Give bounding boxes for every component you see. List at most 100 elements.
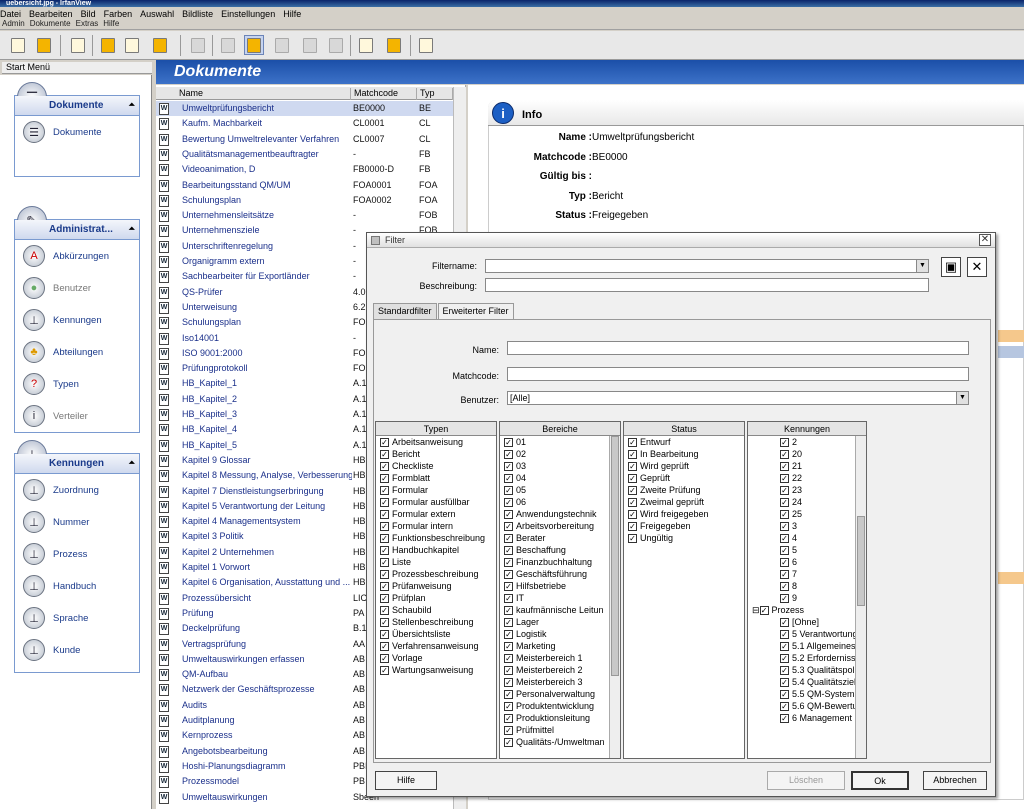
checkbox-item[interactable]: ✓ 24 — [748, 496, 866, 508]
checkbox-item[interactable]: ✓ Entwurf — [624, 436, 744, 448]
table-row[interactable]: W Bewertung Umweltrelevanter Verfahren CL0… — [156, 132, 456, 147]
checkbox[interactable]: ✓ — [780, 713, 789, 723]
checkbox[interactable]: ✓ — [380, 593, 389, 603]
menu-item[interactable]: Auswahl — [140, 9, 174, 19]
export-dropdown-icon[interactable] — [384, 35, 404, 55]
menu-item-dokumente[interactable]: ☰ Dokumente — [15, 116, 139, 148]
checkbox[interactable]: ✓ — [628, 497, 637, 507]
checkbox[interactable]: ✓ — [628, 533, 637, 543]
checkbox-item[interactable]: ✓ In Bearbeitung — [624, 448, 744, 460]
checkbox[interactable]: ✓ — [780, 569, 789, 579]
checkbox-item[interactable]: ✓ 20 — [748, 448, 866, 460]
checkbox-item[interactable]: ✓ 7 — [748, 568, 866, 580]
checkbox-item[interactable]: ✓ Prüfplan — [376, 592, 496, 604]
delete-button[interactable]: Löschen — [767, 771, 845, 790]
checkbox-item[interactable]: ✓ 21 — [748, 460, 866, 472]
copy-icon[interactable] — [218, 35, 238, 55]
checkbox-item[interactable]: ✓ Meisterbereich 1 — [500, 652, 620, 664]
menu-item[interactable]: Hilfe — [103, 19, 119, 28]
checkbox-item[interactable]: ✓ Produktentwicklung — [500, 700, 620, 712]
checkbox-item[interactable]: ✓ 6 — [748, 556, 866, 568]
checkout-icon[interactable] — [326, 35, 346, 55]
kennungen-list[interactable]: Kennungen ✓ 2 ✓ 20 ✓ 21 ✓ 22 ✓ 23 ✓ 24 ✓ 25 ✓ 3 ✓ 4 ✓ 5 ✓ 6 ✓ 7… — [747, 421, 867, 759]
checkbox-item[interactable]: ✓ 03 — [500, 460, 620, 472]
name-input[interactable] — [507, 341, 969, 355]
checkbox-item[interactable]: ✓ Wartungsanweisung — [376, 664, 496, 676]
checkbox[interactable]: ✓ — [504, 689, 513, 699]
checkbox-item[interactable]: ✓ Finanzbuchhaltung — [500, 556, 620, 568]
delete-filter-button[interactable]: ✕ — [967, 257, 987, 277]
checkbox-item[interactable]: ✓ Prozessbeschreibung — [376, 568, 496, 580]
menu-item-benutzer[interactable]: ● Benutzer — [15, 272, 139, 304]
checkbox-item[interactable]: ✓ Logistik — [500, 628, 620, 640]
checkbox-item[interactable]: ✓ Vorlage — [376, 652, 496, 664]
checkbox-item[interactable]: ✓ Meisterbereich 3 — [500, 676, 620, 688]
checkbox[interactable]: ✓ — [780, 461, 789, 471]
checkbox[interactable]: ✓ — [504, 653, 513, 663]
checkbox[interactable]: ✓ — [380, 581, 389, 591]
checkbox[interactable]: ✓ — [504, 713, 513, 723]
table-row[interactable]: W Bearbeitungsstand QM/UM FOA0001 FOA — [156, 178, 456, 193]
checkbox[interactable]: ✓ — [380, 653, 389, 663]
menu-item[interactable]: Einstellungen — [221, 9, 275, 19]
table-row[interactable]: W Umweltprüfungsbericht BE0000 BE — [156, 101, 456, 116]
checkbox[interactable]: ✓ — [780, 545, 789, 555]
checkbox[interactable]: ✓ — [504, 473, 513, 483]
checkbox[interactable]: ✓ — [380, 605, 389, 615]
table-row[interactable]: W Schulungsplan FOA0002 FOA — [156, 193, 456, 208]
checkbox-item[interactable]: ✓ Wird freigegeben — [624, 508, 744, 520]
checkbox-item[interactable]: ✓ kaufmännische Leitun — [500, 604, 620, 616]
print-icon[interactable] — [34, 35, 54, 55]
checkbox[interactable]: ✓ — [504, 437, 513, 447]
checkbox[interactable]: ✓ — [628, 461, 637, 471]
checkbox-item[interactable]: ✓ 5 Verantwortung — [748, 628, 866, 640]
checkbox-item[interactable]: ✓ Marketing — [500, 640, 620, 652]
checkbox-item[interactable]: ✓ Wird geprüft — [624, 460, 744, 472]
checkbox-item[interactable]: ✓ 02 — [500, 448, 620, 460]
checkbox-item[interactable]: ✓ Geschäftsführung — [500, 568, 620, 580]
menu-item-sprache[interactable]: ⊥ Sprache — [15, 602, 139, 634]
checkbox[interactable]: ✓ — [504, 509, 513, 519]
checkbox[interactable]: ✓ — [504, 593, 513, 603]
checkbox[interactable]: ✓ — [504, 665, 513, 675]
checkbox-item[interactable]: ✓ Schaubild — [376, 604, 496, 616]
benutzer-select[interactable]: [Alle] ▼ — [507, 391, 969, 405]
checkbox-item[interactable]: ✓ Arbeitsvorbereitung — [500, 520, 620, 532]
checkbox[interactable]: ✓ — [628, 437, 637, 447]
checkbox-item[interactable]: ✓ Funktionsbeschreibung — [376, 532, 496, 544]
menu-item[interactable]: Datei — [0, 9, 21, 19]
checkbox-item[interactable]: ✓ Beschaffung — [500, 544, 620, 556]
checkbox[interactable]: ✓ — [380, 509, 389, 519]
checkbox-item[interactable]: ✓ 3 — [748, 520, 866, 532]
save-filter-button[interactable]: ▣ — [941, 257, 961, 277]
checkbox-item[interactable]: ✓ 9 — [748, 592, 866, 604]
checkbox-item[interactable]: ✓ 5.6 QM-Bewertu — [748, 700, 866, 712]
kennungen-scrollbar[interactable] — [855, 436, 866, 758]
checkbox-item[interactable]: ✓ 01 — [500, 436, 620, 448]
filtername-input[interactable]: ▼ — [485, 259, 929, 273]
checkbox[interactable]: ✓ — [780, 449, 789, 459]
checkbox-item[interactable]: ✓ Anwendungstechnik — [500, 508, 620, 520]
checkbox[interactable]: ✓ — [504, 605, 513, 615]
checkbox-item[interactable]: ✓ Verfahrensanweisung — [376, 640, 496, 652]
checkbox[interactable]: ✓ — [780, 557, 789, 567]
tree-group[interactable]: ⊟ ✓ Prozess — [748, 604, 866, 616]
column-matchcode[interactable]: Matchcode — [351, 88, 417, 100]
menu-item-zuordnung[interactable]: ⊥ Zuordnung — [15, 474, 139, 506]
checkbox[interactable]: ✓ — [780, 653, 789, 663]
checkbox-item[interactable]: ✓ 5 — [748, 544, 866, 556]
checkbox-item[interactable]: ✓ Qualitäts-/Umweltman — [500, 736, 620, 748]
checkbox-item[interactable]: ✓ Geprüft — [624, 472, 744, 484]
new-document-icon[interactable] — [68, 35, 88, 55]
checkbox-item[interactable]: ✓ Freigegeben — [624, 520, 744, 532]
checkbox-item[interactable]: ✓ 2 — [748, 436, 866, 448]
checkbox-item[interactable]: ✓ Zweimal geprüft — [624, 496, 744, 508]
menu-item[interactable]: Dokumente — [30, 19, 71, 28]
link-icon[interactable] — [272, 35, 292, 55]
checkbox-item[interactable]: ✓ Hilfsbetriebe — [500, 580, 620, 592]
checkbox[interactable]: ✓ — [780, 629, 789, 639]
bereiche-list[interactable]: Bereiche ✓ 01 ✓ 02 ✓ 03 ✓ 04 ✓ 05 ✓ 06 ✓ Anwendungste… — [499, 421, 621, 759]
checkbox-item[interactable]: ✓ 04 — [500, 472, 620, 484]
typen-list[interactable]: Typen ✓ Arbeitsanweisung ✓ Bericht ✓ Checklis… — [375, 421, 497, 759]
properties-icon[interactable] — [8, 35, 28, 55]
